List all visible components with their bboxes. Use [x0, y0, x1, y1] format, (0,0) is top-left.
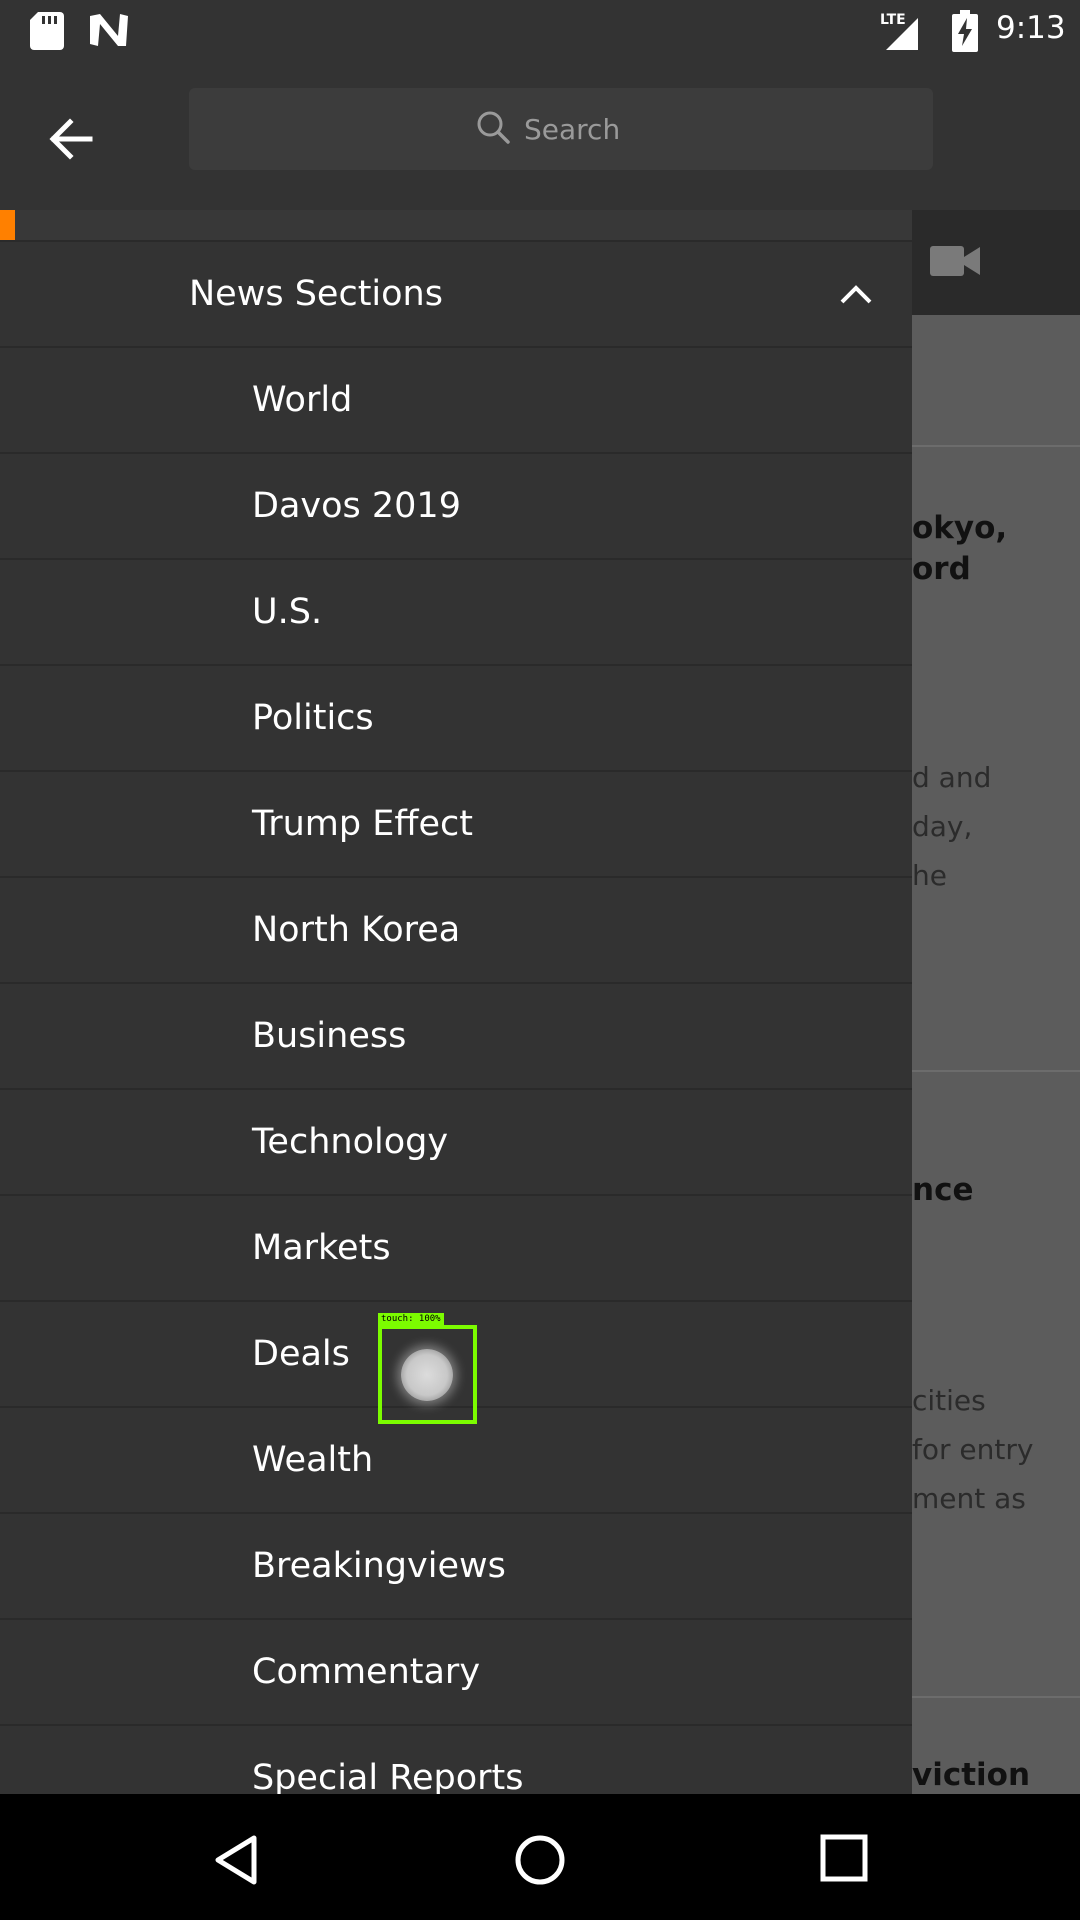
svg-text:LTE: LTE [880, 12, 906, 28]
menu-item-label: World [252, 380, 353, 420]
nav-home-button[interactable] [514, 1834, 566, 1890]
menu-item-special-reports[interactable]: Special Reports [0, 1726, 912, 1794]
article-summary: d and [912, 761, 992, 794]
chevron-up-icon [836, 280, 876, 312]
menu-item-label: Markets [252, 1228, 391, 1268]
arrow-back-icon [49, 118, 93, 160]
menu-item-label: Breakingviews [252, 1546, 506, 1586]
menu-item-markets[interactable]: Markets [0, 1196, 912, 1302]
article-summary: he [912, 859, 947, 892]
notification-n-icon [88, 12, 130, 52]
navigation-drawer: News Sections World Davos 2019 U.S. Poli… [0, 210, 912, 1794]
menu-item-davos-2019[interactable]: Davos 2019 [0, 454, 912, 560]
menu-item-label: Commentary [252, 1652, 481, 1692]
menu-item-us[interactable]: U.S. [0, 560, 912, 666]
article-summary: cities [912, 1384, 986, 1417]
status-bar: LTE 9:13 [0, 0, 1080, 63]
article-headline: nce [912, 1172, 974, 1208]
lte-signal-icon: LTE [880, 10, 920, 56]
drawer-top-strip [15, 210, 912, 240]
search-icon [476, 110, 510, 148]
article-headline: ord [912, 551, 971, 587]
search-bar[interactable] [189, 88, 933, 170]
menu-item-label: Business [252, 1016, 407, 1056]
system-navigation-bar [0, 1794, 1080, 1920]
accent-marker [0, 210, 15, 240]
menu-item-north-korea[interactable]: North Korea [0, 878, 912, 984]
back-button[interactable] [40, 108, 102, 170]
article-summary: day, [912, 810, 973, 843]
menu-item-trump-effect[interactable]: Trump Effect [0, 772, 912, 878]
menu-item-label: Wealth [252, 1440, 374, 1480]
triangle-back-icon [215, 1835, 257, 1885]
menu-item-label: North Korea [252, 910, 461, 950]
article-summary: for entry [912, 1433, 1034, 1466]
menu-item-label: Trump Effect [252, 804, 473, 844]
menu-item-technology[interactable]: Technology [0, 1090, 912, 1196]
circle-home-icon [515, 1835, 565, 1885]
menu-item-commentary[interactable]: Commentary [0, 1620, 912, 1726]
menu-item-politics[interactable]: Politics [0, 666, 912, 772]
menu-item-label: Deals [252, 1334, 350, 1374]
touch-indicator-label: touch: 100% [378, 1313, 444, 1325]
menu-item-breakingviews[interactable]: Breakingviews [0, 1514, 912, 1620]
menu-item-label: Davos 2019 [252, 486, 461, 526]
video-camera-icon [930, 246, 980, 280]
nav-back-button[interactable] [212, 1834, 260, 1890]
article-summary: ment as [912, 1482, 1026, 1515]
sd-card-icon [30, 12, 64, 54]
menu-item-world[interactable]: World [0, 348, 912, 454]
search-input[interactable] [522, 111, 646, 147]
touch-point [401, 1349, 453, 1401]
menu-item-label: U.S. [252, 592, 323, 632]
menu-item-label: Technology [252, 1122, 449, 1162]
battery-charging-icon [952, 10, 978, 56]
background-article-list: okyo, ord d and day, he nce cities for e… [912, 210, 1080, 1794]
article-headline: viction [912, 1757, 1031, 1793]
menu-item-business[interactable]: Business [0, 984, 912, 1090]
clock: 9:13 [996, 10, 1066, 46]
video-tab[interactable] [912, 210, 1080, 315]
news-sections-header[interactable]: News Sections [0, 242, 912, 348]
app-bar [0, 63, 1080, 210]
square-recents-icon [820, 1834, 868, 1882]
menu-item-label: Politics [252, 698, 374, 738]
nav-recents-button[interactable] [820, 1834, 868, 1886]
section-title: News Sections [189, 274, 443, 314]
menu-item-label: Special Reports [252, 1758, 524, 1794]
article-headline: okyo, [912, 510, 1008, 546]
